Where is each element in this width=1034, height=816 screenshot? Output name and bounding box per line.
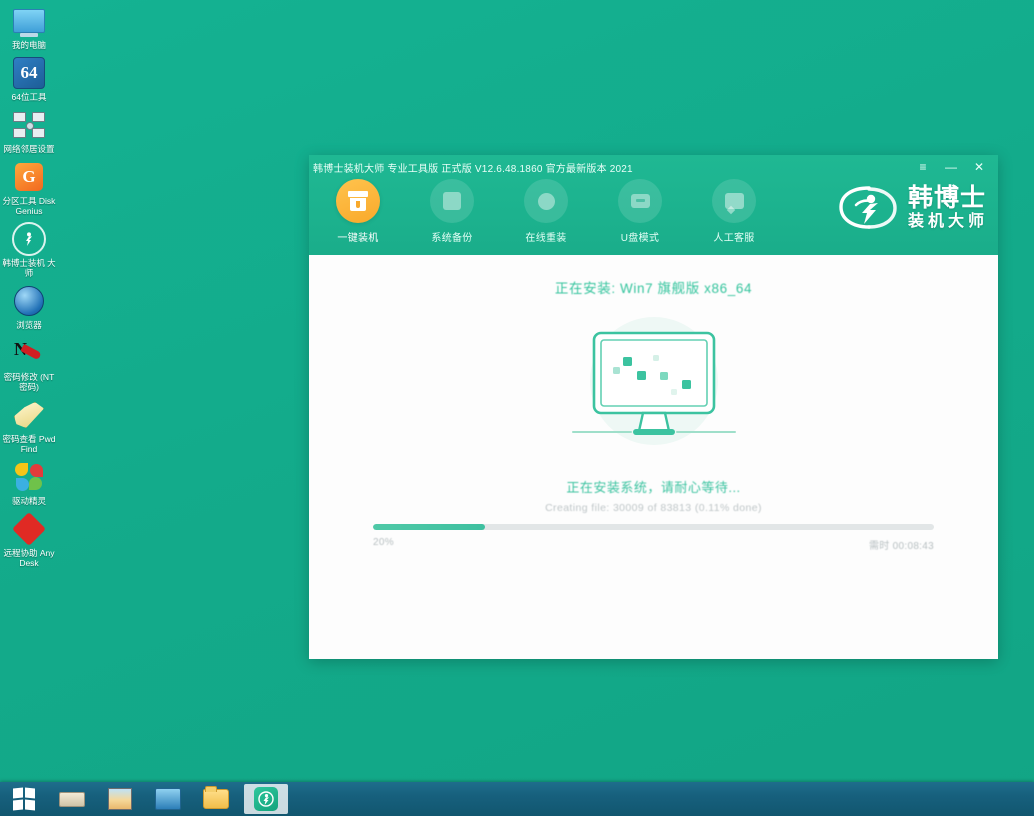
desktop-icon-network[interactable]: 网络邻居设置 <box>0 108 58 154</box>
window-title: 韩博士装机大师 专业工具版 正式版 V12.6.48.1860 官方最新版本 2… <box>313 163 633 175</box>
progress-bar-fill <box>373 524 486 530</box>
usb-icon <box>618 179 662 223</box>
window-header: 韩博士装机大师 专业工具版 正式版 V12.6.48.1860 官方最新版本 2… <box>309 155 998 255</box>
desktop-icon-label: 密码查看 PwdFind <box>2 434 56 454</box>
main-navigation: 一键装机 系统备份 在线重装 U盘模式 人工客服 <box>309 179 765 244</box>
desktop-icon-computer[interactable]: 我的电脑 <box>0 4 58 50</box>
status-message-cn: 正在安装系统，请耐心等待... <box>566 480 741 495</box>
status-message-en: Creating file: 30009 of 83813 (0.11% don… <box>545 502 762 514</box>
taskbar <box>0 782 1034 816</box>
support-chat-icon <box>712 179 756 223</box>
browser-icon <box>12 284 46 318</box>
time-remaining-label: 需时 00:08:43 <box>868 541 934 552</box>
desktop-icon-label: 浏览器 <box>16 320 42 330</box>
desktop-background: 我的电脑 64 64位工具 网络邻居设置 G 分区工具 DiskGenius 韩… <box>0 0 1034 816</box>
nt-password-icon <box>12 336 46 370</box>
drive-icon <box>59 791 85 807</box>
desktop-icon-label: 分区工具 DiskGenius <box>2 196 56 216</box>
install-target-title: 正在安装: Win7 旗舰版 x86_64 <box>554 281 753 296</box>
desktop-icon-pwdfind[interactable]: 密码查看 PwdFind <box>0 398 58 454</box>
taskbar-picture-viewer[interactable] <box>96 782 144 816</box>
desktop-icon-label: 远程协助 AnyDesk <box>3 548 55 568</box>
progress-bar <box>373 524 934 530</box>
hanboshi-icon <box>254 787 278 811</box>
nav-item-label: 人工客服 <box>713 233 755 244</box>
window-controls: ≡ — ✕ <box>916 161 986 173</box>
windows-logo-icon <box>13 787 35 811</box>
pwdfind-icon <box>12 398 46 432</box>
desktop-icon-browser[interactable]: 浏览器 <box>0 284 58 330</box>
hanboshi-icon <box>12 222 46 256</box>
desktop-icon-list: 我的电脑 64 64位工具 网络邻居设置 G 分区工具 DiskGenius 韩… <box>0 4 58 574</box>
desktop-icon-diskgenius[interactable]: G 分区工具 DiskGenius <box>0 160 58 216</box>
computer-icon <box>155 788 181 810</box>
window-content: 正在安装: Win7 旗舰版 x86_64 正在安装系统，请耐心等待... Cr… <box>309 255 998 659</box>
taskbar-explorer[interactable] <box>192 782 240 816</box>
desktop-icon-hanboshi[interactable]: 韩博士装机 大师 <box>0 222 58 278</box>
taskbar-hanboshi[interactable] <box>244 784 288 814</box>
menu-icon[interactable]: ≡ <box>916 161 930 173</box>
desktop-icon-label: 韩博士装机 大师 <box>2 258 56 278</box>
monitor-illustration <box>561 309 747 469</box>
brand-name: 韩博士 <box>907 185 986 212</box>
desktop-icon-anydesk[interactable]: 远程协助 AnyDesk <box>0 512 58 568</box>
desktop-icon-nt-password[interactable]: 密码修改 (NT密码) <box>0 336 58 392</box>
anydesk-icon <box>12 512 46 546</box>
nav-item-label: 系统备份 <box>431 233 473 244</box>
nav-item-label: U盘模式 <box>620 233 660 244</box>
nav-item-backup[interactable]: 系统备份 <box>421 179 483 244</box>
desktop-icon-64bit[interactable]: 64 64位工具 <box>0 56 58 102</box>
nav-item-support[interactable]: 人工客服 <box>703 179 765 244</box>
driver-genius-icon <box>12 460 46 494</box>
computer-icon <box>12 4 46 38</box>
nav-item-label: 一键装机 <box>337 233 379 244</box>
install-box-icon <box>336 179 380 223</box>
progress-percent-label: 20% <box>373 537 394 548</box>
taskbar-drive[interactable] <box>48 782 96 816</box>
desktop-icon-label: 64位工具 <box>11 92 47 102</box>
desktop-icon-label: 我的电脑 <box>11 40 46 50</box>
close-button[interactable]: ✕ <box>972 161 986 173</box>
running-person-circle-icon <box>838 185 900 231</box>
folder-icon <box>203 786 229 809</box>
network-icon <box>12 108 46 142</box>
nav-item-install[interactable]: 一键装机 <box>327 179 389 244</box>
title-bar[interactable]: 韩博士装机大师 专业工具版 正式版 V12.6.48.1860 官方最新版本 2… <box>309 155 998 179</box>
start-button[interactable] <box>0 782 48 816</box>
desktop-icon-driver-genius[interactable]: 驱动精灵 <box>0 460 58 506</box>
picture-icon <box>108 788 132 810</box>
taskbar-my-computer[interactable] <box>144 782 192 816</box>
backup-icon <box>430 179 474 223</box>
brand-text: 韩博士 装机大师 <box>908 186 988 230</box>
desktop-icon-label: 密码修改 (NT密码) <box>3 372 55 392</box>
sixtyfour-icon: 64 <box>12 56 46 90</box>
progress-section: 20% 需时 00:08:43 <box>373 524 934 552</box>
nav-item-online-reinstall[interactable]: 在线重装 <box>515 179 577 244</box>
nav-item-usb[interactable]: U盘模式 <box>609 179 671 244</box>
nav-item-label: 在线重装 <box>525 233 567 244</box>
online-reinstall-icon <box>524 179 568 223</box>
application-window: 韩博士装机大师 专业工具版 正式版 V12.6.48.1860 官方最新版本 2… <box>309 155 998 659</box>
diskgenius-icon: G <box>12 160 46 194</box>
desktop-icon-label: 驱动精灵 <box>11 496 46 506</box>
brand-logo: 韩博士 装机大师 <box>838 185 988 231</box>
minimize-button[interactable]: — <box>944 161 958 173</box>
desktop-icon-label: 网络邻居设置 <box>3 144 55 154</box>
progress-meta: 20% 需时 00:08:43 <box>373 537 934 552</box>
brand-tagline: 装机大师 <box>907 213 988 230</box>
